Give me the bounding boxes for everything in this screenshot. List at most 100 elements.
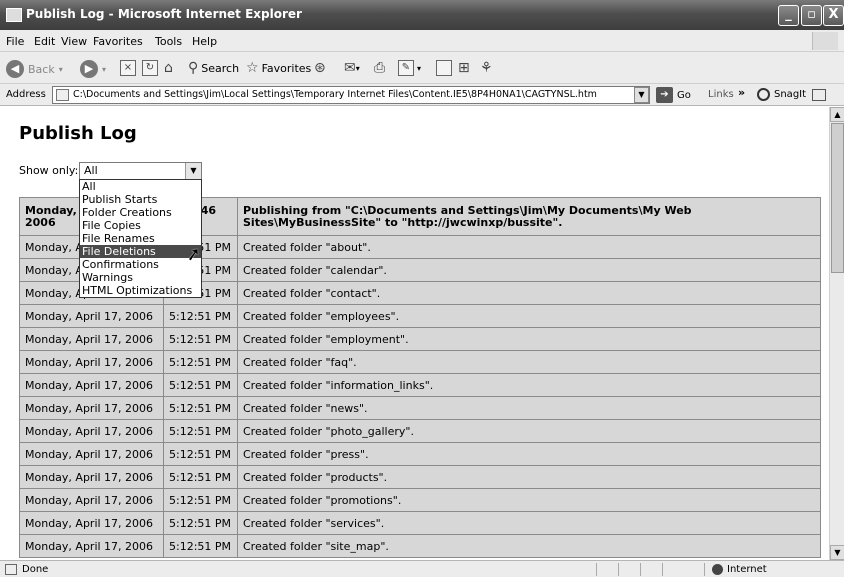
stop-icon[interactable]: × [120, 60, 136, 76]
table-row: Monday, April 17, 20065:12:51 PMCreated … [19, 304, 821, 328]
address-url: C:\Documents and Settings\Jim\Local Sett… [73, 89, 597, 100]
snagit-button[interactable]: SnagIt [757, 88, 806, 101]
row-message: Created folder "information_links". [237, 373, 821, 397]
option-folder-creations[interactable]: Folder Creations [80, 206, 201, 219]
page-done-icon [5, 564, 17, 575]
row-date: Monday, April 17, 2006 [19, 534, 164, 558]
row-date: Monday, April 17, 2006 [19, 419, 164, 443]
show-only-label: Show only: [19, 164, 79, 177]
row-date: Monday, April 17, 2006 [19, 350, 164, 374]
page-content: Publish Log Show only: All ▼ Monday, Apr… [0, 107, 829, 560]
option-html-optimizations[interactable]: HTML Optimizations [80, 284, 201, 297]
menu-favorites[interactable]: Favorites [93, 35, 143, 48]
menu-tools[interactable]: Tools [155, 35, 182, 48]
close-button[interactable]: X [823, 5, 844, 26]
forward-dropdown-icon[interactable]: ▾ [102, 65, 106, 74]
row-date: Monday, April 17, 2006 [19, 511, 164, 535]
row-time: 5:12:51 PM [163, 511, 238, 535]
ie-app-icon[interactable] [6, 8, 22, 22]
vertical-scrollbar[interactable]: ▲ ▼ [829, 107, 844, 560]
option-all[interactable]: All [80, 180, 201, 193]
scroll-up-icon[interactable]: ▲ [830, 107, 844, 122]
row-time: 5:12:51 PM [163, 465, 238, 489]
go-button[interactable]: ➔ Go [656, 87, 691, 103]
status-divider [618, 563, 619, 576]
menu-view[interactable]: View [61, 35, 87, 48]
mail-icon[interactable]: ✉ [344, 60, 356, 76]
show-only-dropdown-list: All Publish Starts Folder Creations File… [79, 179, 202, 298]
messenger-icon[interactable]: ⚘ [480, 60, 493, 76]
page-title: Publish Log [19, 123, 137, 144]
window-title: Publish Log - Microsoft Internet Explore… [26, 7, 302, 21]
minimize-button[interactable]: _ [778, 5, 799, 26]
scroll-thumb[interactable] [831, 123, 844, 273]
window-titlebar: Publish Log - Microsoft Internet Explore… [0, 0, 844, 30]
row-message: Created folder "employees". [237, 304, 821, 328]
status-divider [640, 563, 641, 576]
row-time: 5:12:51 PM [163, 534, 238, 558]
row-date: Monday, April 17, 2006 [19, 442, 164, 466]
back-button[interactable]: ◀ Back ▾ [6, 60, 63, 78]
address-dropdown-icon[interactable]: ▼ [634, 87, 649, 103]
option-publish-starts[interactable]: Publish Starts [80, 193, 201, 206]
table-row: Monday, April 17, 20065:12:51 PMCreated … [19, 534, 821, 558]
row-time: 5:12:51 PM [163, 442, 238, 466]
page-icon [56, 89, 69, 101]
snagit-capture-icon[interactable] [812, 89, 826, 101]
chevron-down-icon[interactable]: ▼ [185, 163, 201, 179]
status-divider [662, 563, 663, 576]
refresh-icon[interactable]: ↻ [142, 60, 158, 76]
table-row: Monday, April 17, 20065:12:51 PMCreated … [19, 373, 821, 397]
row-message: Created folder "faq". [237, 350, 821, 374]
address-input[interactable]: C:\Documents and Settings\Jim\Local Sett… [52, 86, 650, 104]
row-message: Created folder "news". [237, 396, 821, 420]
snagit-icon [757, 88, 770, 101]
row-time: 5:12:51 PM [163, 488, 238, 512]
menu-file[interactable]: File [6, 35, 24, 48]
table-row: Monday, April 17, 20065:12:51 PMCreated … [19, 488, 821, 512]
row-message: Created folder "employment". [237, 327, 821, 351]
standard-toolbar: ◀ Back ▾ ▶ ▾ × ↻ ⌂ ⚲ Search ☆ Favorites … [0, 52, 844, 84]
option-warnings[interactable]: Warnings [80, 271, 201, 284]
print-icon[interactable]: ⎙ [374, 60, 385, 76]
address-bar: Address C:\Documents and Settings\Jim\Lo… [0, 84, 844, 106]
table-row: Monday, April 17, 20065:12:51 PMCreated … [19, 465, 821, 489]
links-toolbar[interactable]: Links [708, 89, 734, 100]
history-icon[interactable]: ⊛ [314, 60, 326, 76]
home-icon[interactable]: ⌂ [164, 60, 173, 76]
option-file-copies[interactable]: File Copies [80, 219, 201, 232]
option-confirmations[interactable]: Confirmations [80, 258, 201, 271]
research-icon[interactable]: ⊞ [458, 60, 470, 76]
row-message: Created folder "about". [237, 235, 821, 259]
show-only-select[interactable]: All ▼ [79, 162, 202, 180]
discuss-icon[interactable] [436, 60, 452, 76]
scroll-down-icon[interactable]: ▼ [830, 545, 844, 560]
status-divider [704, 563, 705, 576]
favorites-button[interactable]: ☆ Favorites [246, 60, 311, 76]
table-row: Monday, April 17, 20065:12:51 PMCreated … [19, 511, 821, 535]
row-message: Created folder "products". [237, 465, 821, 489]
row-date: Monday, April 17, 2006 [19, 327, 164, 351]
menu-edit[interactable]: Edit [34, 35, 55, 48]
forward-button[interactable]: ▶ ▾ [80, 60, 106, 78]
table-row: Monday, April 17, 20065:12:51 PMCreated … [19, 350, 821, 374]
menu-help[interactable]: Help [192, 35, 217, 48]
option-file-deletions[interactable]: File Deletions [80, 245, 201, 258]
table-row: Monday, April 17, 20065:12:51 PMCreated … [19, 442, 821, 466]
edit-icon[interactable]: ✎ [398, 60, 414, 76]
chevron-right-icon[interactable]: » [738, 86, 745, 99]
back-dropdown-icon[interactable]: ▾ [59, 65, 63, 74]
option-file-renames[interactable]: File Renames [80, 232, 201, 245]
go-arrow-icon: ➔ [656, 87, 673, 103]
maximize-button[interactable]: ▫ [801, 5, 822, 26]
table-row: Monday, April 17, 20065:12:51 PMCreated … [19, 396, 821, 420]
status-divider [596, 563, 597, 576]
row-time: 5:12:51 PM [163, 350, 238, 374]
menu-bar: File Edit View Favorites Tools Help [0, 30, 844, 52]
search-button[interactable]: ⚲ Search [188, 60, 239, 76]
windows-logo-icon [812, 32, 838, 50]
select-value: All [84, 164, 98, 177]
row-date: Monday, April 17, 2006 [19, 488, 164, 512]
row-date: Monday, April 17, 2006 [19, 396, 164, 420]
row-message: Created folder "contact". [237, 281, 821, 305]
